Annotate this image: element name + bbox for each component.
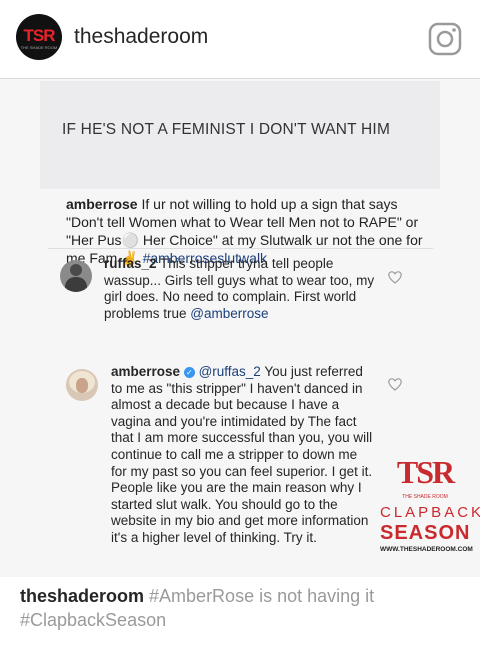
verified-icon: ✓ xyxy=(183,367,195,378)
footer-caption: theshaderoom #AmberRose is not having it… xyxy=(20,584,460,632)
comment: ruffas_2 This stripper tryna tell people… xyxy=(104,256,379,322)
watermark-logo-text: TSR xyxy=(396,454,455,490)
quote-card: IF HE'S NOT A FEMINIST I DON'T WANT HIM xyxy=(40,81,440,189)
comment-username[interactable]: amberrose xyxy=(111,364,180,379)
profile-avatar[interactable]: TSR THE SHADE ROOM xyxy=(16,14,62,60)
post-footer: theshaderoom #AmberRose is not having it… xyxy=(0,578,480,654)
heart-icon[interactable] xyxy=(388,378,402,391)
avatar-logo-text: TSR xyxy=(23,26,56,45)
comment-avatar[interactable] xyxy=(60,260,92,292)
post-header: TSR THE SHADE ROOM theshaderoom xyxy=(0,0,480,79)
avatar-logo-sub: THE SHADE ROOM xyxy=(20,45,58,50)
comment-avatar[interactable] xyxy=(66,369,98,401)
watermark-clapback: CLAPBACK xyxy=(380,504,480,521)
quote-text: IF HE'S NOT A FEMINIST I DON'T WANT HIM xyxy=(62,121,391,138)
comment-username[interactable]: ruffas_2 xyxy=(104,256,157,271)
instagram-icon[interactable] xyxy=(428,22,462,56)
heart-icon[interactable] xyxy=(388,271,402,284)
post-image: IF HE'S NOT A FEMINIST I DON'T WANT HIM … xyxy=(0,79,480,577)
watermark-logo: TSR THE SHADE ROOM CLAPBACK SEASON WWW.T… xyxy=(380,454,480,564)
watermark-season: SEASON xyxy=(380,522,471,544)
comment-mention[interactable]: @ruffas_2 xyxy=(199,364,261,379)
caption-username[interactable]: amberrose xyxy=(66,196,138,212)
footer-username[interactable]: theshaderoom xyxy=(20,586,144,606)
watermark-sub: THE SHADE ROOM xyxy=(402,494,448,500)
comment: amberrose ✓ @ruffas_2 You just referred … xyxy=(111,364,376,547)
comment-mention[interactable]: @amberrose xyxy=(190,306,268,321)
profile-username[interactable]: theshaderoom xyxy=(74,25,208,49)
watermark-url: WWW.THESHADEROOM.COM xyxy=(380,546,473,553)
comment-text: You just referred to me as "this strippe… xyxy=(111,364,373,545)
divider xyxy=(48,248,433,249)
